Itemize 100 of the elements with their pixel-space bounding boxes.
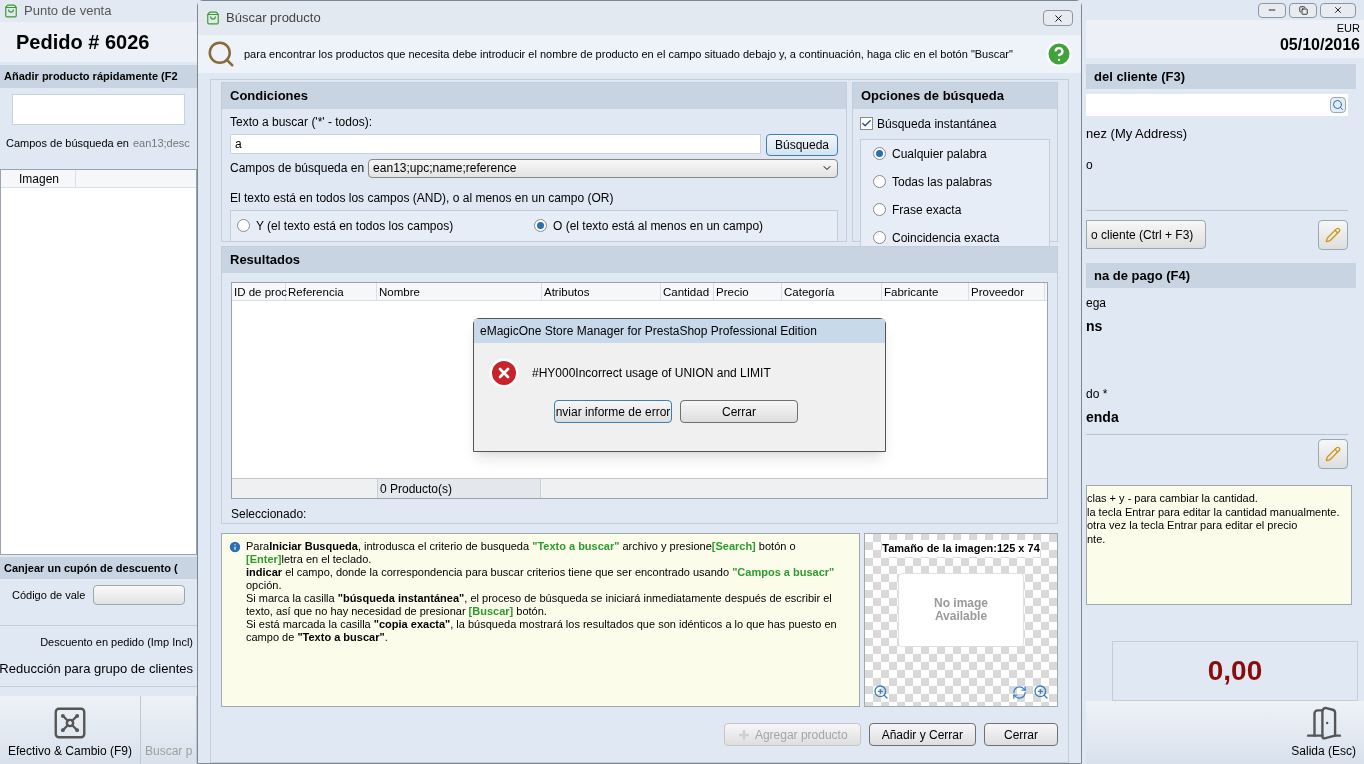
column-header: Referencia: [286, 282, 377, 300]
result-count: 0 Producto(s): [377, 479, 541, 498]
error-dialog-title: eMagicOne Store Manager for PrestaShop Professional Edition: [480, 323, 817, 340]
error-message: #HY000Incorrect usage of UNION and LIMIT: [532, 365, 771, 382]
section-heading: Opciones de búsqueda: [853, 83, 1057, 109]
section-heading: Resultados: [222, 247, 1057, 273]
help-text: Si está marcada la casilla "copia exacta", la búsqueda mostrará los resultados que son idénticos a lo que has puesto en campo de "Texto a buscar".: [246, 618, 838, 644]
selected-label: Seleccionado:: [231, 506, 308, 523]
mode-label: El texto está en todos los campos (AND), o al menos en un campo (OR): [230, 189, 615, 207]
column-header: ID de proc: [232, 282, 286, 300]
refresh-icon[interactable]: [1012, 685, 1027, 700]
help-text: indicar el campo, donde la correspondencia para buscar criterios tiene que ser encontrado usando "Campos a busacr" opción.: [246, 566, 836, 592]
radio-label: O (el texto está al menos en un campo): [553, 217, 764, 235]
radio-label: Cualquier palabra: [892, 145, 987, 163]
column-header: Imagen: [1, 169, 76, 187]
coupon-label: Código de vale: [12, 587, 86, 603]
column-header: Categoría: [782, 282, 882, 300]
checkbox[interactable]: [860, 117, 873, 130]
pencil-icon: [1325, 446, 1341, 463]
section-heading: Condiciones: [222, 83, 846, 109]
search-icon: [1330, 97, 1346, 114]
toolbar-button[interactable]: Efectivo & Cambio (F9): [0, 696, 141, 764]
minimize-button[interactable]: [1258, 2, 1286, 18]
fields-label: Campos de búsqueda en: [230, 160, 365, 177]
coupon-field[interactable]: [93, 585, 185, 605]
customer-detail: o: [1086, 156, 1094, 174]
radio-button[interactable]: [237, 219, 250, 232]
hint-text: clas + y - para cambiar la cantidad.: [1087, 492, 1259, 506]
delivery-value: ns: [1086, 317, 1104, 337]
placeholder-text: No image: [934, 596, 988, 610]
order-date: 05/10/2016: [1279, 37, 1360, 53]
help-text: ParaIniciar Busqueda, introdusca el criterio de busqueda "Texto a buscar" archivo y presione[Search] botón o [Enter]letra en el teclado.: [246, 540, 797, 566]
close-button[interactable]: [1320, 2, 1356, 18]
edit-button[interactable]: [1318, 439, 1348, 470]
discount-label: Descuento en pedido (Imp Incl): [40, 635, 193, 650]
search-label: Texto a buscar ('*' - todos):: [230, 113, 373, 131]
column-header: Precio: [714, 282, 782, 300]
total-amount: 0,00: [1207, 653, 1263, 688]
bag-icon: [206, 11, 220, 25]
error-button[interactable]: nviar informe de error: [554, 400, 672, 423]
image-size-label: Tamaño de la imagen:125 x 74: [882, 540, 1040, 557]
magnifier-icon: [206, 39, 236, 69]
intro-text: para encontrar los productos que necesita debe introducir el nombre de producto en el campo situado debajo y, a continuación, haga clic en el botón "Buscar": [244, 46, 1013, 62]
close-button[interactable]: [1043, 10, 1073, 26]
help-text: Si marca la casilla "búsqueda instantánea", el proceso de búsqueda se iniciará inmediatamente después de escribir el texto, así que no hay necesidad de presionar [Buscar] botón.: [246, 592, 833, 618]
checkbox-label: Búsqueda instantánea: [877, 115, 997, 133]
fields-dropdown[interactable]: ean13;upc;name;reference: [368, 158, 838, 178]
restore-icon: [1298, 5, 1308, 15]
hint-text: nte.: [1087, 532, 1107, 547]
radio-button[interactable]: [873, 203, 886, 216]
customer-button[interactable]: o cliente (Ctrl + F3): [1086, 220, 1207, 250]
radio-label: Coincidencia exacta: [892, 229, 1000, 247]
payment-label: do *: [1086, 386, 1109, 404]
pencil-icon: [1325, 226, 1341, 243]
edit-button[interactable]: [1318, 219, 1348, 250]
search-field[interactable]: a: [230, 133, 761, 154]
window-title: Punto de venta: [24, 2, 112, 21]
delivery-label: ega: [1086, 295, 1108, 313]
quick-add-field[interactable]: [12, 93, 185, 125]
section-heading: na de pago (F4): [1086, 262, 1356, 289]
error-icon: [488, 357, 520, 389]
bag-icon: [4, 4, 18, 18]
door-icon: [1304, 704, 1343, 742]
column-header: Nombre: [377, 282, 542, 300]
section-heading: Añadir producto rápidamente (F2: [0, 65, 197, 88]
close-icon: [1333, 5, 1343, 16]
fields-value: ean13;desc: [132, 136, 190, 152]
zoom-icon[interactable]: [1033, 684, 1049, 700]
dialog-title: Búscar producto: [226, 9, 321, 28]
column-header: Proveedor: [969, 282, 1045, 300]
hint-text: otra vez la tecla Entrar para editar el precio: [1087, 519, 1299, 533]
radio-label: Todas las palabras: [892, 173, 993, 191]
column-header: Fabricante: [882, 282, 969, 300]
column-header: Cantidad: [661, 282, 714, 300]
restore-button[interactable]: [1289, 2, 1317, 18]
placeholder-text: Available: [934, 609, 988, 623]
error-button[interactable]: Cerrar: [680, 400, 798, 423]
column-header: Atributos: [542, 282, 661, 300]
close-icon: [1052, 12, 1064, 24]
fields-label: Campos de búsqueda en: [6, 136, 129, 152]
dialog-button[interactable]: Cerrar: [984, 723, 1058, 746]
hint-text: la tecla Entrar para editar la cantidad manualmente.: [1087, 505, 1341, 520]
radio-button[interactable]: [534, 219, 547, 232]
radio-button[interactable]: [873, 147, 886, 160]
group-reduction-label: Reducción para grupo de clientes: [0, 659, 193, 678]
section-heading: Canjear un cupón de descuento (: [0, 556, 197, 579]
search-button[interactable]: Búsqueda: [766, 133, 838, 156]
help-icon[interactable]: [1045, 40, 1073, 68]
dialog-button[interactable]: Añadir y Cerrar: [868, 723, 976, 746]
radio-button[interactable]: [873, 231, 886, 244]
section-heading: del cliente (F3): [1086, 63, 1356, 90]
plus-icon: [736, 727, 751, 742]
customer-name: nez (My Address): [1086, 125, 1189, 144]
order-title: Pedido # 6026: [16, 30, 150, 55]
radio-button[interactable]: [873, 175, 886, 188]
radio-label: Y (el texto está en todos los campos): [256, 217, 454, 235]
payment-value: enda: [1086, 408, 1120, 428]
currency-label: EUR: [1336, 21, 1360, 37]
radio-label: Frase exacta: [892, 201, 962, 219]
customer-search-field[interactable]: [1086, 94, 1348, 117]
